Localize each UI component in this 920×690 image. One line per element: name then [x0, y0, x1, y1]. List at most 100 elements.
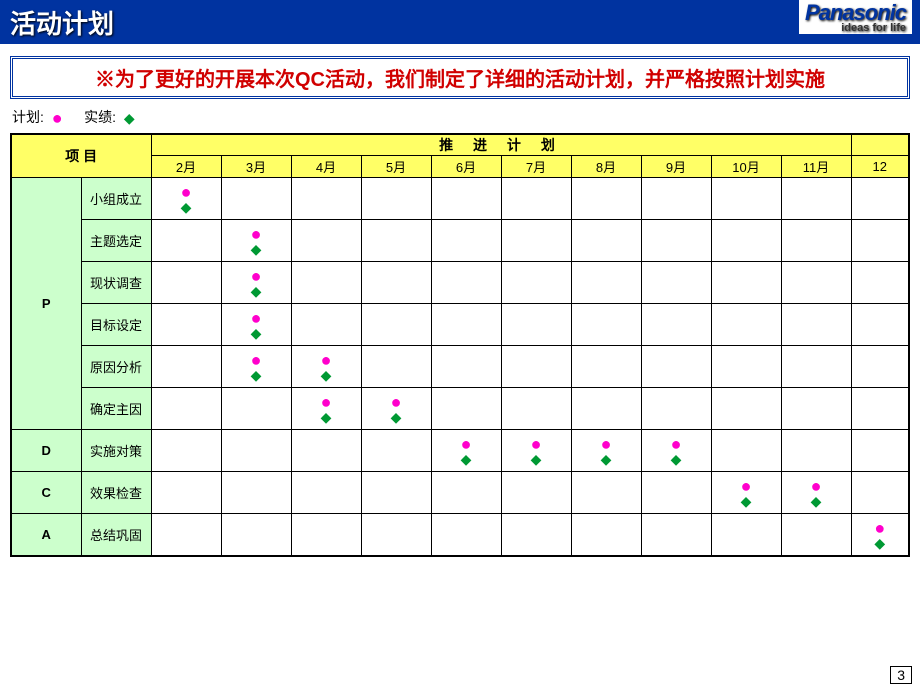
- header-blank: [851, 134, 909, 156]
- actual-marker-icon: ◆: [124, 110, 135, 126]
- plan-cell: [851, 472, 909, 514]
- actual-marker-icon: ◆: [461, 453, 472, 465]
- task-name-cell: 目标设定: [81, 304, 151, 346]
- task-name-cell: 确定主因: [81, 388, 151, 430]
- header-month: 9月: [641, 156, 711, 178]
- header-month: 11月: [781, 156, 851, 178]
- table-row: D实施对策●◆●◆●◆●◆: [11, 430, 909, 472]
- plan-cell: [501, 178, 571, 220]
- plan-cell: [641, 472, 711, 514]
- plan-cell: [221, 178, 291, 220]
- plan-cell: [291, 472, 361, 514]
- plan-marker-icon: ●: [811, 479, 822, 493]
- plan-cell: ●◆: [221, 220, 291, 262]
- plan-cell: [151, 430, 221, 472]
- plan-cell: [361, 472, 431, 514]
- plan-cell: [781, 262, 851, 304]
- plan-cell: [291, 430, 361, 472]
- plan-cell: [851, 388, 909, 430]
- plan-cell: [151, 346, 221, 388]
- actual-marker-icon: ◆: [874, 537, 885, 549]
- phase-cell: P: [11, 178, 81, 430]
- plan-cell: [711, 388, 781, 430]
- plan-cell: ●◆: [851, 514, 909, 556]
- plan-cell: ●◆: [431, 430, 501, 472]
- plan-cell: ●◆: [291, 346, 361, 388]
- table-row: 原因分析●◆●◆: [11, 346, 909, 388]
- plan-marker-icon: ●: [251, 353, 262, 367]
- plan-cell: [571, 346, 641, 388]
- plan-cell: [851, 178, 909, 220]
- plan-cell: [151, 514, 221, 556]
- actual-marker-icon: ◆: [251, 243, 262, 255]
- plan-cell: [151, 388, 221, 430]
- plan-marker-icon: ●: [251, 311, 262, 325]
- plan-cell: [851, 220, 909, 262]
- plan-cell: ●◆: [291, 388, 361, 430]
- header-month: 12: [851, 156, 909, 178]
- legend: 计划: ● 实绩: ◆: [12, 107, 910, 129]
- table-row: 主题选定 ●◆: [11, 220, 909, 262]
- header-project: 项 目: [11, 134, 151, 178]
- header-month: 10月: [711, 156, 781, 178]
- plan-cell: [431, 472, 501, 514]
- plan-cell: [501, 220, 571, 262]
- phase-cell: C: [11, 472, 81, 514]
- plan-cell: [711, 178, 781, 220]
- plan-cell: [221, 472, 291, 514]
- plan-cell: [711, 346, 781, 388]
- header-month: 5月: [361, 156, 431, 178]
- plan-cell: [291, 514, 361, 556]
- actual-marker-icon: ◆: [671, 453, 682, 465]
- plan-cell: [431, 388, 501, 430]
- plan-cell: [641, 388, 711, 430]
- plan-chart: 计划: ● 实绩: ◆ 项 目推 进 计 划2月3月4月5月6月7月8月9月10…: [10, 107, 910, 557]
- task-name-cell: 原因分析: [81, 346, 151, 388]
- plan-cell: [711, 514, 781, 556]
- plan-cell: [851, 262, 909, 304]
- plan-cell: [641, 178, 711, 220]
- task-name-cell: 主题选定: [81, 220, 151, 262]
- task-name-cell: 现状调查: [81, 262, 151, 304]
- actual-marker-icon: ◆: [811, 495, 822, 507]
- page-number: 3: [890, 666, 912, 684]
- plan-cell: [151, 304, 221, 346]
- plan-cell: [851, 430, 909, 472]
- legend-plan-label: 计划:: [12, 109, 44, 125]
- plan-cell: [501, 346, 571, 388]
- header-month: 6月: [431, 156, 501, 178]
- actual-marker-icon: ◆: [391, 411, 402, 423]
- plan-cell: [641, 346, 711, 388]
- banner-note: ※为了更好的开展本次QC活动，我们制定了详细的活动计划，并严格按照计划实施: [10, 56, 910, 99]
- plan-marker-icon: ●: [461, 437, 472, 451]
- plan-marker-icon: ●: [321, 395, 332, 409]
- plan-marker-icon: ●: [391, 395, 402, 409]
- legend-actual-label: 实绩:: [84, 109, 116, 125]
- plan-marker-icon: ●: [741, 479, 752, 493]
- plan-table-head: 项 目推 进 计 划2月3月4月5月6月7月8月9月10月11月12: [11, 134, 909, 178]
- table-row: 目标设定●◆: [11, 304, 909, 346]
- plan-cell: [151, 472, 221, 514]
- plan-cell: [221, 514, 291, 556]
- plan-cell: [781, 346, 851, 388]
- plan-cell: [221, 388, 291, 430]
- table-row: 确定主因●◆●◆: [11, 388, 909, 430]
- plan-cell: [361, 220, 431, 262]
- plan-cell: [151, 262, 221, 304]
- table-row: C效果检查 ● ◆ ● ◆: [11, 472, 909, 514]
- plan-marker-icon: ●: [671, 437, 682, 451]
- actual-marker-icon: ◆: [321, 411, 332, 423]
- plan-cell: [291, 220, 361, 262]
- task-name-cell: 效果检查: [81, 472, 151, 514]
- phase-cell: A: [11, 514, 81, 556]
- plan-cell: [431, 346, 501, 388]
- actual-marker-icon: ◆: [741, 495, 752, 507]
- plan-cell: ●◆: [501, 430, 571, 472]
- table-row: 现状调查●◆: [11, 262, 909, 304]
- header-month: 2月: [151, 156, 221, 178]
- plan-cell: [571, 262, 641, 304]
- plan-marker-icon: ●: [601, 437, 612, 451]
- plan-cell: [781, 388, 851, 430]
- table-row: P小组成立●◆: [11, 178, 909, 220]
- plan-cell: [361, 346, 431, 388]
